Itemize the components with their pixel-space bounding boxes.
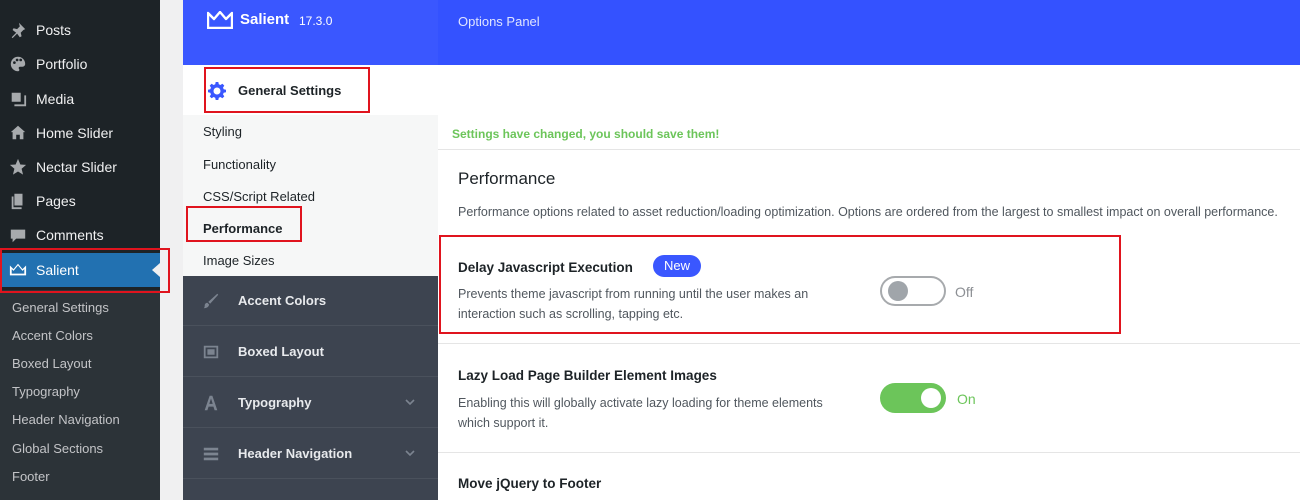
- nav-section-boxed-layout[interactable]: Boxed Layout: [183, 327, 438, 377]
- typography-icon: [183, 394, 238, 412]
- delay-js-toggle[interactable]: [880, 276, 946, 306]
- option-lazy-load: Lazy Load Page Builder Element Images En…: [438, 345, 1300, 453]
- content-top-bar: [438, 65, 1300, 115]
- toggle-knob: [921, 388, 941, 408]
- menu-item-posts[interactable]: Posts: [0, 13, 160, 47]
- option-description: Prevents theme javascript from running u…: [458, 287, 809, 321]
- section-title: Performance: [458, 169, 556, 188]
- option-title: Delay Javascript Execution: [458, 260, 633, 275]
- pages-icon: [0, 192, 36, 210]
- nav-section-label: Accent Colors: [238, 293, 327, 308]
- nav-section-accent-colors[interactable]: Accent Colors: [183, 276, 438, 326]
- general-settings-title: General Settings: [238, 83, 342, 98]
- menu-item-label: Pages: [36, 193, 76, 209]
- menu-item-nectar-slider[interactable]: Nectar Slider: [0, 150, 160, 184]
- brand-version: 17.3.0: [299, 14, 333, 28]
- salient-submenu: General Settings Accent Colors Boxed Lay…: [0, 290, 160, 500]
- unsaved-notice-text: Settings have changed, you should save t…: [452, 127, 720, 141]
- option-title: Lazy Load Page Builder Element Images: [458, 368, 717, 383]
- nav-link-functionality[interactable]: Functionality: [203, 157, 276, 172]
- submenu-global-sections[interactable]: Global Sections: [12, 441, 103, 456]
- menu-item-salient[interactable]: Salient: [0, 253, 160, 287]
- nav-section-label: Boxed Layout: [238, 344, 324, 359]
- menu-item-label: Portfolio: [36, 56, 88, 72]
- section-description: Performance options related to asset red…: [458, 205, 1278, 219]
- submenu-footer[interactable]: Footer: [12, 469, 50, 484]
- menu-item-media[interactable]: Media: [0, 82, 160, 116]
- toggle-knob: [888, 281, 908, 301]
- panel-title: Options Panel: [458, 14, 540, 29]
- unsaved-notice: Settings have changed, you should save t…: [438, 115, 1300, 150]
- menu-item-label: Posts: [36, 22, 72, 38]
- crown-icon: [0, 261, 36, 279]
- submenu-general-settings[interactable]: General Settings: [12, 300, 109, 315]
- general-settings-header[interactable]: General Settings: [183, 65, 438, 115]
- boxed-layout-icon: [183, 343, 238, 361]
- menu-item-label: Comments: [36, 227, 104, 243]
- comment-icon: [0, 226, 36, 244]
- option-move-jquery: Move jQuery to Footer: [438, 454, 1300, 500]
- menu-item-label: Salient: [36, 262, 79, 278]
- option-delay-js: Delay Javascript Execution New Prevents …: [438, 240, 1300, 344]
- option-title: Move jQuery to Footer: [458, 476, 602, 491]
- nav-link-css-script[interactable]: CSS/Script Related: [203, 189, 315, 204]
- submenu-accent-colors[interactable]: Accent Colors: [12, 328, 93, 343]
- nav-section-header-navigation[interactable]: Header Navigation: [183, 429, 438, 479]
- menu-item-label: Home Slider: [36, 125, 114, 141]
- nav-link-styling[interactable]: Styling: [203, 124, 242, 139]
- lazy-load-toggle[interactable]: [880, 383, 946, 413]
- collapsed-sections: Accent Colors Boxed Layout Typography He…: [183, 276, 438, 500]
- menu-item-label: Nectar Slider: [36, 159, 117, 175]
- chevron-down-icon: [405, 399, 415, 406]
- menu-item-portfolio[interactable]: Portfolio: [0, 47, 160, 81]
- palette-icon: [0, 55, 36, 73]
- toggle-state-label: Off: [955, 284, 974, 300]
- wp-admin-sidebar: Posts Portfolio Media Home Slider Nectar…: [0, 0, 160, 500]
- star-icon: [0, 158, 36, 176]
- brand-name: Salient: [240, 11, 290, 28]
- new-badge: New: [653, 255, 702, 277]
- salient-crown-icon: [207, 11, 233, 29]
- home-icon: [0, 124, 36, 142]
- media-icon: [0, 90, 36, 108]
- nav-section-typography[interactable]: Typography: [183, 378, 438, 428]
- menu-item-pages[interactable]: Pages: [0, 184, 160, 218]
- gear-icon: [208, 82, 226, 100]
- menu-item-home-slider[interactable]: Home Slider: [0, 116, 160, 150]
- general-settings-links: Styling Functionality CSS/Script Related…: [183, 115, 438, 276]
- nav-section-label: Header Navigation: [238, 446, 353, 461]
- menu-lines-icon: [183, 445, 238, 463]
- nav-link-performance[interactable]: Performance: [203, 221, 282, 236]
- options-nav: General Settings Styling Functionality C…: [183, 65, 438, 500]
- submenu-header-navigation[interactable]: Header Navigation: [12, 412, 120, 427]
- brand-area: Salient 17.3.0: [183, 0, 438, 65]
- current-menu-arrow: [152, 263, 160, 277]
- chevron-down-icon: [405, 450, 415, 457]
- options-panel-header: Salient 17.3.0 Options Panel: [183, 0, 1300, 65]
- option-description: Enabling this will globally activate laz…: [458, 396, 823, 430]
- toggle-state-label: On: [957, 391, 976, 407]
- menu-item-label: Media: [36, 91, 75, 107]
- options-content: Settings have changed, you should save t…: [438, 65, 1300, 500]
- menu-item-comments[interactable]: Comments: [0, 218, 160, 252]
- submenu-boxed-layout[interactable]: Boxed Layout: [12, 356, 92, 371]
- nav-section-label: Typography: [238, 395, 312, 410]
- submenu-typography[interactable]: Typography: [12, 384, 80, 399]
- pin-icon: [0, 21, 36, 39]
- brush-icon: [183, 292, 238, 310]
- nav-link-image-sizes[interactable]: Image Sizes: [203, 253, 275, 268]
